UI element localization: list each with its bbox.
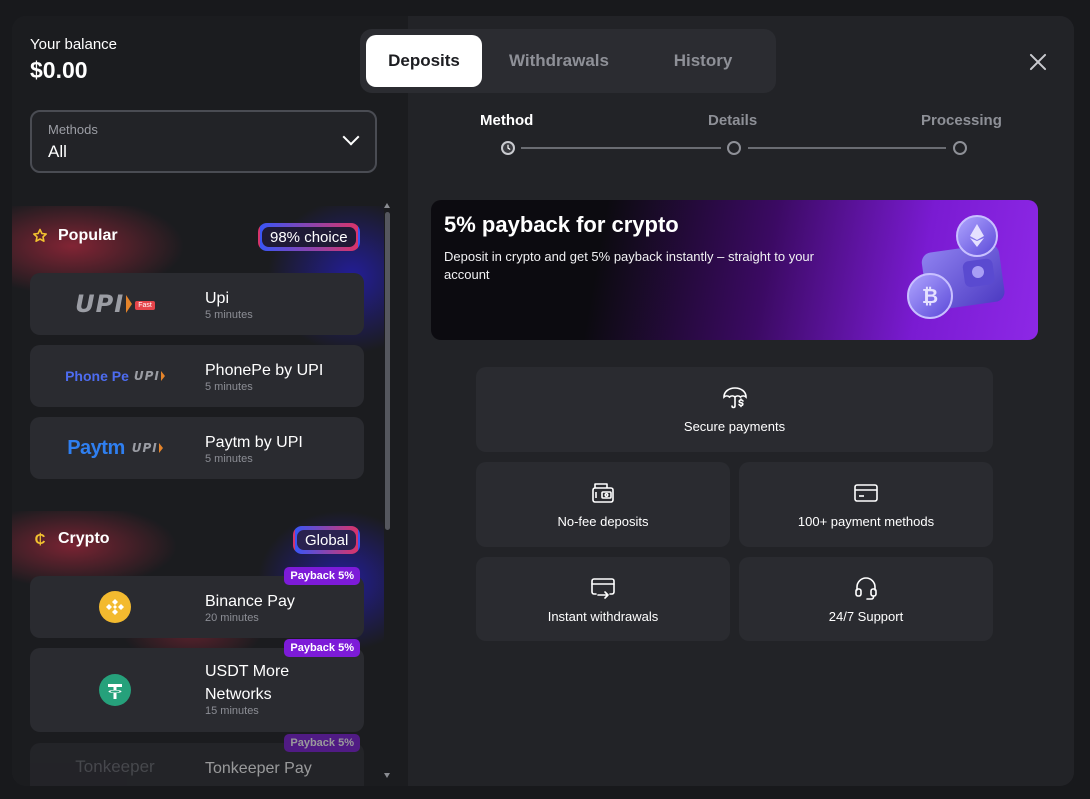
clock-icon <box>501 141 515 155</box>
step-details-label: Details <box>708 112 758 129</box>
feature-instant-withdrawals: Instant withdrawals <box>476 557 730 641</box>
feature-secure-payments: Secure payments <box>476 367 993 452</box>
method-name: Upi <box>205 290 230 307</box>
step-processing-label: Processing <box>921 112 1002 129</box>
popular-section-header: Popular <box>32 221 118 251</box>
step-progress: Method Details Processing <box>480 112 1002 162</box>
step-details-dot <box>727 141 741 155</box>
method-usdt[interactable]: Payback 5% USDT More Networks 15 minutes <box>30 639 364 732</box>
svg-text:₿: ₿ <box>922 284 938 308</box>
tether-icon <box>30 648 200 732</box>
chevron-down-icon <box>342 128 360 146</box>
method-tonkeeper[interactable]: Payback 5% Tonkeeper Tonkeeper Pay <box>30 734 364 786</box>
phonepe-upi-logo: Phone Pe UPI <box>30 345 200 407</box>
star-icon <box>32 228 48 244</box>
tab-history[interactable]: History <box>636 35 770 87</box>
feature-label: Secure payments <box>683 419 786 434</box>
promo-title: 5% payback for crypto <box>444 212 679 237</box>
binance-icon <box>30 576 200 638</box>
method-time: 5 minutes <box>205 309 253 321</box>
methods-scrollbar[interactable] <box>384 203 391 786</box>
feature-no-fee-deposits: No-fee deposits <box>476 462 730 547</box>
upi-logo: UPI Fast <box>30 273 200 335</box>
method-name: USDT More Networks <box>205 663 290 703</box>
method-name: Tonkeeper Pay <box>205 760 312 777</box>
tab-withdrawals[interactable]: Withdrawals <box>482 35 636 87</box>
method-phonepe[interactable]: Phone Pe UPI PhonePe by UPI 5 minutes <box>30 345 364 407</box>
method-time: 5 minutes <box>205 381 253 393</box>
crypto-promo-banner[interactable]: 5% payback for crypto Deposit in crypto … <box>431 200 1038 340</box>
popular-badge: 98% choice <box>258 223 360 251</box>
feature-label: No-fee deposits <box>557 514 649 529</box>
method-name: PhonePe by UPI <box>205 362 324 379</box>
promo-text: Deposit in crypto and get 5% payback ins… <box>444 249 814 282</box>
payback-badge: Payback 5% <box>284 734 360 752</box>
method-name: Paytm by UPI <box>205 434 303 451</box>
methods-dropdown-value: All <box>48 142 67 161</box>
crypto-section-title: Crypto <box>58 530 110 547</box>
crypto-badge: Global <box>293 526 361 554</box>
card-icon <box>853 480 879 506</box>
step-method-label: Method <box>480 112 534 129</box>
scroll-up-arrow-icon[interactable] <box>384 203 390 208</box>
methods-dropdown[interactable]: Methods All <box>30 110 377 173</box>
withdraw-icon <box>590 575 616 601</box>
method-time: 5 minutes <box>205 453 253 465</box>
coin-icon: ₵ <box>34 530 46 548</box>
method-time: 20 minutes <box>205 612 259 624</box>
deposit-modal: Your balance $0.00 Methods All Popular 9… <box>12 16 1074 786</box>
balance-label: Your balance <box>30 36 118 53</box>
crypto-section-header: ₵ Crypto <box>32 524 110 554</box>
tab-bar: Deposits Withdrawals History <box>360 29 776 93</box>
tonkeeper-logo: Tonkeeper <box>75 757 155 776</box>
scroll-down-arrow-icon[interactable] <box>384 773 390 778</box>
step-line <box>521 147 721 149</box>
method-binance-pay[interactable]: Payback 5% Binance Pay 20 minutes <box>30 567 364 638</box>
payback-badge: Payback 5% <box>284 567 360 585</box>
step-line <box>748 147 946 149</box>
crypto-wallet-illustration: ₿ <box>904 210 1024 330</box>
close-icon[interactable] <box>1026 50 1050 74</box>
step-processing-dot <box>953 141 967 155</box>
method-paytm[interactable]: Paytm UPI Paytm by UPI 5 minutes <box>30 417 364 479</box>
methods-panel: Your balance $0.00 Methods All Popular 9… <box>12 16 408 786</box>
crypto-badge-label: Global <box>305 531 349 549</box>
method-name: Binance Pay <box>205 593 295 610</box>
popular-section-title: Popular <box>58 227 118 244</box>
feature-label: 24/7 Support <box>828 608 904 624</box>
balance-value: $0.00 <box>30 57 88 83</box>
cash-register-icon <box>590 480 616 506</box>
feature-payment-methods: 100+ payment methods <box>739 462 993 547</box>
method-upi[interactable]: UPI Fast Upi 5 minutes <box>30 273 364 335</box>
umbrella-dollar-icon <box>722 385 748 411</box>
scroll-thumb[interactable] <box>385 212 390 530</box>
methods-dropdown-label: Methods <box>48 122 98 137</box>
feature-support: 24/7 Support <box>739 557 993 641</box>
method-time: 15 minutes <box>205 705 259 717</box>
headset-icon <box>853 575 879 601</box>
feature-label: 100+ payment methods <box>797 514 935 529</box>
tab-deposits[interactable]: Deposits <box>366 35 482 87</box>
payback-badge: Payback 5% <box>284 639 360 657</box>
paytm-upi-logo: Paytm UPI <box>30 417 200 479</box>
feature-label: Instant withdrawals <box>547 608 659 624</box>
popular-badge-label: 98% choice <box>270 228 348 246</box>
